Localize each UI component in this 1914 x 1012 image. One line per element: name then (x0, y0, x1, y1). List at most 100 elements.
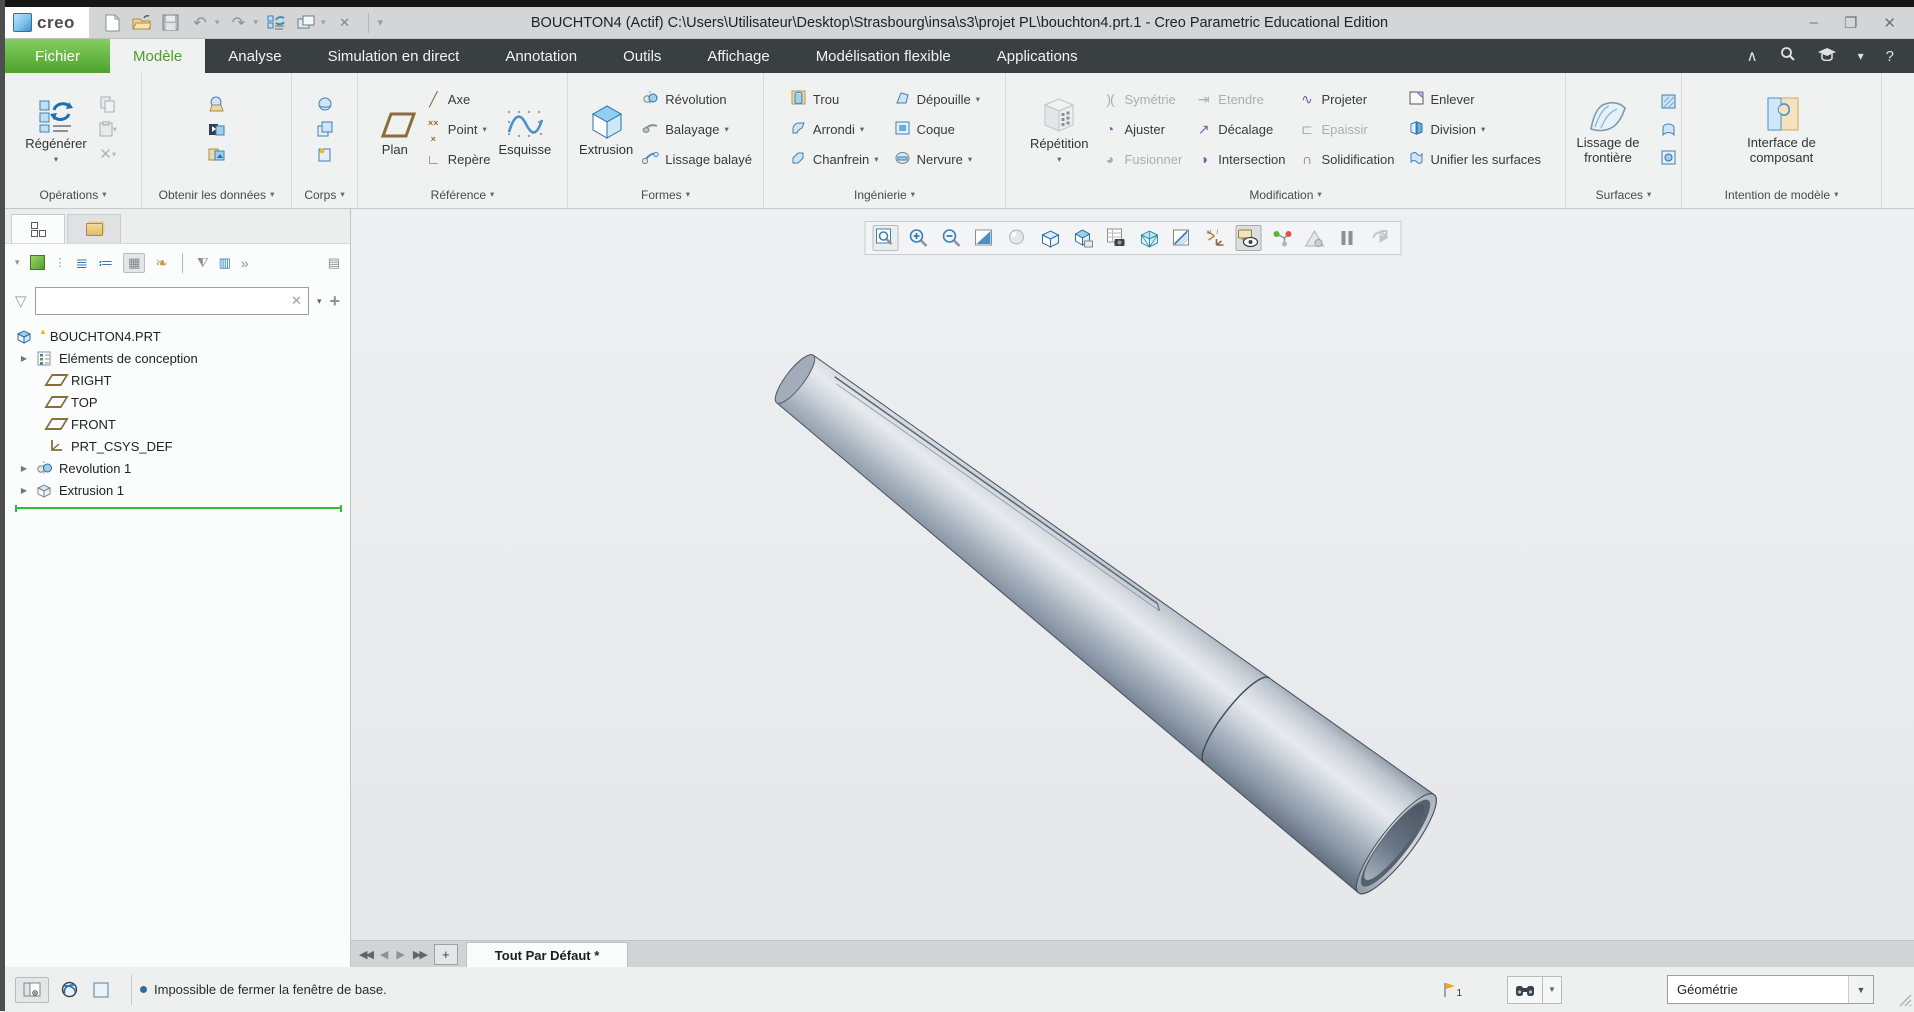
body-new-icon[interactable] (312, 142, 338, 166)
tree-columns-icon[interactable]: ▦ (123, 252, 146, 273)
tree-dropdown-icon[interactable]: ▾ (15, 257, 20, 268)
body-sphere-icon[interactable] (312, 92, 338, 116)
tree-filter-icon[interactable]: ⧨ (197, 255, 209, 271)
fill-surface-icon[interactable] (1655, 89, 1681, 113)
group-label-model-intent[interactable]: Intention de modèle ▾ (1682, 183, 1881, 206)
tab-model-tree[interactable] (11, 214, 65, 243)
tree-options-icon[interactable]: ⋮ (55, 256, 66, 269)
undo-icon[interactable]: ↶ (190, 13, 210, 33)
window-switch-dropdown-icon[interactable]: ▾ (321, 17, 326, 28)
unifier-button[interactable]: Unifier les surfaces (1407, 145, 1541, 174)
selection-filter-dropdown-icon[interactable]: ▼ (1848, 976, 1873, 1003)
fullscreen-icon[interactable] (89, 979, 113, 1001)
etendre-button[interactable]: ⇥ Etendre (1194, 85, 1285, 114)
tree-search-box[interactable]: ✕ (34, 287, 309, 315)
group-label-bodies[interactable]: Corps ▾ (292, 183, 357, 206)
next-view-icon[interactable]: ▶ (396, 948, 404, 961)
close-button[interactable]: ✕ (1883, 14, 1896, 32)
tree-item-right[interactable]: RIGHT (5, 369, 350, 391)
search-tool[interactable]: ▼ (1507, 975, 1562, 1004)
clear-search-icon[interactable]: ✕ (291, 293, 302, 309)
body-copy-icon[interactable] (312, 117, 338, 141)
orientation-tab-active[interactable]: Tout Par Défaut * (465, 942, 629, 967)
epaissir-button[interactable]: ⊏ Epaissir (1298, 115, 1395, 144)
expander-icon[interactable]: ▶ (19, 464, 29, 473)
tab-modele[interactable]: Modèle (110, 39, 206, 73)
add-filter-icon[interactable]: + (329, 291, 340, 312)
minimize-button[interactable]: – (1810, 14, 1818, 31)
chanfrein-button[interactable]: Chanfrein ▾ (789, 145, 879, 174)
save-icon[interactable] (161, 13, 181, 33)
last-view-icon[interactable]: ▶▶ (413, 948, 428, 961)
repetition-button[interactable]: Répétition ▾ (1030, 94, 1088, 165)
division-button[interactable]: Division ▾ (1407, 115, 1542, 144)
more-tools-icon[interactable]: » (241, 255, 249, 271)
import-data-icon[interactable] (204, 92, 230, 116)
customize-toolbar-icon[interactable]: ▾ (378, 16, 384, 29)
tree-display-icon[interactable]: ▥ (219, 255, 231, 271)
plan-button[interactable]: Plan (374, 100, 416, 158)
graphics-viewport[interactable]: x// (351, 209, 1914, 940)
lissage-balaye-button[interactable]: Lissage balayé (641, 145, 752, 174)
notification-flag[interactable]: 1 (1442, 981, 1462, 999)
active-part-icon[interactable] (29, 255, 45, 270)
symetrie-button[interactable]: )(Symétrie (1100, 85, 1182, 114)
regenerate-button[interactable]: Régénérer ▾ (25, 94, 87, 165)
lissage-frontiere-button[interactable]: Lissage de frontière (1566, 93, 1650, 166)
group-label-operations[interactable]: Opérations ▾ (5, 183, 141, 206)
paste-button[interactable]: ▾ (95, 117, 121, 141)
point-button[interactable]: ×× × Point ▾ (424, 115, 491, 144)
ajuster-button[interactable]: ◔ Ajuster (1100, 115, 1182, 144)
arrondi-button[interactable]: Arrondi ▾ (789, 115, 879, 144)
group-label-reference[interactable]: Référence ▾ (358, 183, 567, 206)
open-file-icon[interactable] (132, 13, 152, 33)
tree-item-design-items[interactable]: ▶ Eléments de conception (5, 347, 350, 369)
selection-filter[interactable]: Géométrie ▼ (1667, 975, 1874, 1004)
nervure-button[interactable]: Nervure ▾ (893, 145, 980, 174)
tab-modelisation-flexible[interactable]: Modélisation flexible (793, 39, 974, 73)
group-label-surfaces[interactable]: Surfaces ▾ (1566, 183, 1681, 206)
learning-dropdown-icon[interactable]: ▾ (1858, 49, 1864, 63)
search-icon[interactable] (1780, 46, 1796, 66)
tab-folder-browser[interactable] (67, 214, 121, 243)
model-canvas[interactable] (351, 209, 1914, 940)
expand-list-icon[interactable]: ≣ (76, 254, 89, 272)
axe-button[interactable]: ╱ Axe (424, 85, 491, 114)
extrusion-button[interactable]: Extrusion (579, 100, 633, 158)
redo-dropdown-icon[interactable]: ▾ (253, 17, 258, 28)
new-file-icon[interactable] (103, 13, 123, 33)
tab-fichier[interactable]: Fichier (5, 39, 111, 73)
tab-applications[interactable]: Applications (974, 39, 1101, 73)
find-icon[interactable] (1507, 975, 1543, 1004)
intersection-button[interactable]: ◑ Intersection (1194, 145, 1286, 174)
web-browser-icon[interactable] (57, 979, 81, 1001)
insert-here-indicator[interactable] (15, 505, 342, 512)
delete-button[interactable]: ✕ ▾ (95, 142, 121, 166)
tab-annotation[interactable]: Annotation (482, 39, 600, 73)
first-view-icon[interactable]: ◀◀ (359, 948, 374, 961)
solidification-button[interactable]: ∩ Solidification (1298, 145, 1395, 174)
maximize-button[interactable]: ❐ (1844, 14, 1857, 32)
redo-icon[interactable]: ↷ (228, 13, 248, 33)
expander-icon[interactable]: ▶ (19, 486, 29, 495)
repere-button[interactable]: ∟ Repère (424, 145, 490, 174)
fusionner-button[interactable]: ◕ Fusionner (1100, 145, 1183, 174)
help-icon[interactable]: ? (1886, 48, 1894, 65)
collapse-ribbon-icon[interactable]: ∧ (1747, 47, 1758, 65)
tab-analyse[interactable]: Analyse (205, 39, 304, 73)
undo-dropdown-icon[interactable]: ▾ (215, 17, 220, 28)
close-window-icon[interactable]: ✕ (335, 13, 355, 33)
part-bouchton4[interactable] (750, 324, 1447, 902)
add-view-tab-button[interactable]: + (433, 943, 458, 965)
tab-simulation[interactable]: Simulation en direct (305, 39, 483, 73)
import-image-icon[interactable] (204, 142, 230, 166)
projeter-button[interactable]: ∿ Projeter (1298, 85, 1395, 114)
toggle-navigator-icon[interactable] (15, 976, 49, 1003)
enlever-button[interactable]: Enlever (1407, 85, 1542, 114)
group-label-get-data[interactable]: Obtenir les données ▾ (142, 183, 291, 206)
tree-root[interactable]: ▲ BOUCHTON4.PRT (5, 325, 350, 347)
esquisse-button[interactable]: Esquisse (498, 100, 551, 158)
revolution-button[interactable]: Révolution (641, 85, 752, 114)
expander-icon[interactable]: ▶ (19, 354, 29, 363)
freestyle-icon[interactable] (1655, 145, 1681, 169)
